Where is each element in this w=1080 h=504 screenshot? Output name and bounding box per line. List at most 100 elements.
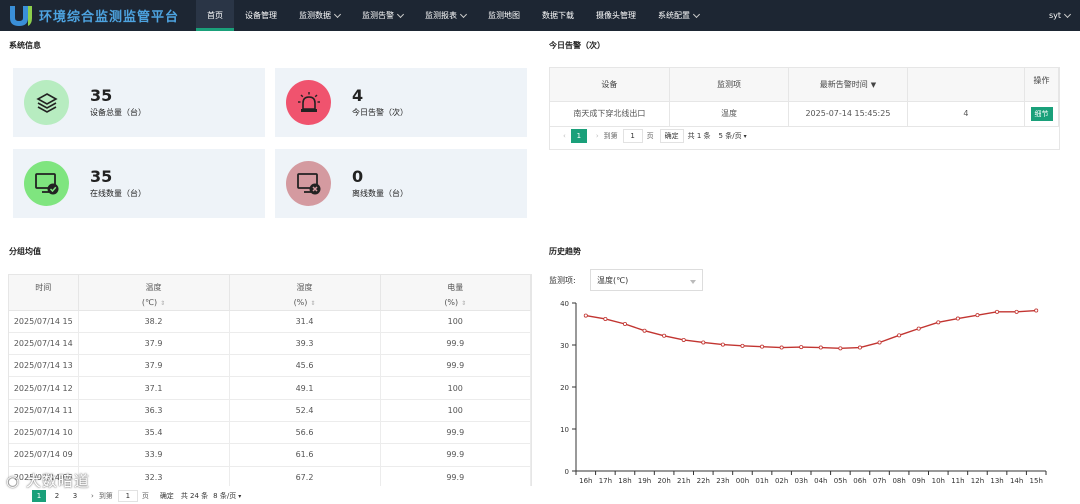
goto-label: 到第 xyxy=(98,492,113,500)
group-pager: 1 2 3 › 到第 1 页 确定 共 24 条 8 条/页 ▾ xyxy=(32,490,241,502)
data-point xyxy=(603,316,608,321)
col-alarm-time[interactable]: 最新告警时间 ▼ xyxy=(788,68,908,102)
alarm-item: 温度 xyxy=(669,101,790,127)
cell-temperature: 37.1 xyxy=(78,376,230,400)
col-humidity[interactable]: 湿度 (%) ⇕ xyxy=(229,275,381,311)
online-count-value: 35 xyxy=(90,167,113,186)
alarm-count: 4 xyxy=(907,101,1026,127)
sort-icon[interactable]: ⇕ xyxy=(461,300,466,307)
alarm-action-cell: 细节 xyxy=(1024,101,1059,127)
y-tick-label: 30 xyxy=(560,342,569,350)
data-point xyxy=(740,343,745,348)
nav-item-2[interactable]: 监测数据 xyxy=(288,0,351,31)
nav-item-1[interactable]: 设备管理 xyxy=(234,0,288,31)
nav-item-label: 系统配置 xyxy=(658,11,690,20)
page-size-select[interactable]: 8 条/页 ▾ xyxy=(213,491,241,501)
layers-icon xyxy=(24,80,69,125)
alarm-pager: ‹ 1 › 到第 1 页 确定 共 1 条 5 条/页 ▾ xyxy=(558,129,754,143)
cell-time: 2025/07/14 12 xyxy=(9,376,79,400)
monitor-check-icon xyxy=(24,161,69,206)
detail-button[interactable]: 细节 xyxy=(1030,106,1053,121)
total-count: 共 1 条 xyxy=(687,132,711,140)
nav-item-4[interactable]: 监测报表 xyxy=(414,0,477,31)
alarm-table-panel: 设备 监测项 最新告警时间 ▼ 操作 南天成下穿北线出口 温度 2025-07-1… xyxy=(549,67,1060,150)
x-tick-label: 08h xyxy=(892,477,905,485)
goto-confirm-button[interactable]: 确定 xyxy=(659,129,684,143)
col-battery[interactable]: 电量 (%) ⇕ xyxy=(380,275,531,311)
next-page-icon[interactable]: › xyxy=(91,492,94,500)
x-tick-label: 14h xyxy=(1010,477,1023,485)
nav-item-label: 数据下载 xyxy=(542,11,574,20)
goto-confirm-button[interactable]: 确定 xyxy=(156,490,177,502)
nav-item-0[interactable]: 首页 xyxy=(196,0,234,31)
nav-item-label: 监测数据 xyxy=(299,11,331,20)
cell-battery: 100 xyxy=(380,310,531,333)
page-2[interactable]: 2 xyxy=(50,490,64,502)
section-title-group-avg: 分组均值 xyxy=(9,247,41,256)
page-1[interactable]: 1 xyxy=(32,490,46,502)
data-point xyxy=(877,340,882,345)
page-size-select[interactable]: 5 条/页 ▾ xyxy=(715,129,750,143)
page-1[interactable]: 1 xyxy=(570,129,587,143)
col-temperature[interactable]: 温度 (℃) ⇕ xyxy=(78,275,230,311)
col-temperature-unit: (℃) xyxy=(141,298,158,307)
table-row: 南天成下穿北线出口 温度 2025-07-14 15:45:25 4 细节 xyxy=(550,101,1059,127)
table-row: 2025/07/14 12 37.1 49.1 100 xyxy=(9,376,531,400)
data-point xyxy=(857,345,862,350)
cell-humidity: 45.6 xyxy=(229,354,381,378)
section-title-today-alarm: 今日告警（次） xyxy=(549,41,605,50)
goto-page-input[interactable]: 1 xyxy=(117,490,138,502)
goto-page-input[interactable]: 1 xyxy=(622,129,643,143)
metric-select[interactable]: 温度(℃) xyxy=(590,269,703,291)
logo[interactable]: 环境综合监测监管平台 xyxy=(0,4,196,28)
next-page-icon[interactable]: › xyxy=(596,132,599,140)
data-point xyxy=(720,342,725,347)
page-unit: 页 xyxy=(141,492,149,500)
table-row: 2025/07/14 13 37.9 45.6 99.9 xyxy=(9,354,531,378)
nav-item-6[interactable]: 数据下载 xyxy=(531,0,585,31)
data-point xyxy=(681,337,686,342)
nav-item-3[interactable]: 监测告警 xyxy=(351,0,414,31)
nav-item-8[interactable]: 系统配置 xyxy=(647,0,710,31)
user-menu[interactable]: syt xyxy=(1049,0,1072,31)
data-point xyxy=(799,345,804,350)
alarm-device: 南天成下穿北线出口 xyxy=(550,101,670,127)
cell-time: 2025/07/14 13 xyxy=(9,354,79,378)
metric-select-value: 温度(℃) xyxy=(597,275,629,285)
cell-humidity: 67.2 xyxy=(229,466,381,486)
data-point xyxy=(916,326,921,331)
data-point xyxy=(818,345,823,350)
col-item: 监测项 xyxy=(669,68,790,102)
watermark: ◉ 大数暗道 xyxy=(6,470,90,491)
cell-battery: 99.9 xyxy=(380,354,531,378)
cell-time: 2025/07/14 09 xyxy=(9,443,79,467)
x-tick-label: 02h xyxy=(775,477,788,485)
page-size-value: 8 条/页 xyxy=(213,492,237,500)
cell-temperature: 37.9 xyxy=(78,354,230,378)
total-count: 共 24 条 xyxy=(180,492,209,500)
x-tick-label: 10h xyxy=(932,477,945,485)
sort-desc-icon[interactable]: ▼ xyxy=(871,81,876,89)
offline-count-label: 离线数量（台） xyxy=(352,189,408,198)
cell-temperature: 32.3 xyxy=(78,466,230,486)
table-row: 2025/07/14 14 37.9 39.3 99.9 xyxy=(9,332,531,356)
sort-icon[interactable]: ⇕ xyxy=(160,300,165,307)
data-point xyxy=(955,316,960,321)
data-point xyxy=(583,313,588,318)
nav-item-7[interactable]: 摄像头管理 xyxy=(585,0,647,31)
prev-page-icon[interactable]: ‹ xyxy=(563,132,566,140)
page-3[interactable]: 3 xyxy=(68,490,82,502)
x-tick-label: 03h xyxy=(795,477,808,485)
nav-item-5[interactable]: 监测地图 xyxy=(477,0,531,31)
x-tick-label: 05h xyxy=(834,477,847,485)
data-point xyxy=(936,320,941,325)
y-tick-label: 10 xyxy=(560,426,569,434)
col-count xyxy=(907,68,1026,102)
col-time: 时间 xyxy=(9,275,79,311)
nav-item-label: 监测告警 xyxy=(362,11,394,20)
alarm-light-icon xyxy=(286,80,331,125)
sort-icon[interactable]: ⇕ xyxy=(310,300,315,307)
alarm-table: 设备 监测项 最新告警时间 ▼ 操作 南天成下穿北线出口 温度 2025-07-1… xyxy=(550,68,1059,127)
col-humidity-label: 湿度 xyxy=(296,283,313,292)
col-temperature-label: 温度 xyxy=(145,283,162,292)
